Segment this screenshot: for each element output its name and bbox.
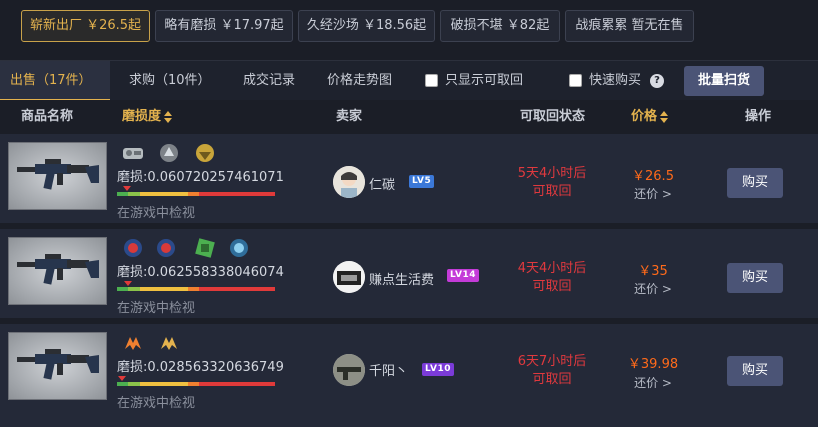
status-text: 可取回 [532,372,572,387]
tab-sell[interactable]: 出售（17件） [0,61,110,101]
wear-filter-well-worn[interactable]: 破损不堪 ￥82起 [440,10,560,42]
status-time: 5天4小时后 [517,166,587,181]
counter-offer-link[interactable]: 还价 > [614,374,692,391]
m4a1-rifle-icon [17,159,99,190]
wear-filter-minimal-wear[interactable]: 略有磨损 ￥17.97起 [155,10,293,42]
column-status: 可取回状态 [520,109,586,124]
seller-name[interactable]: 仁碳 [369,174,395,193]
column-wear[interactable]: 磨损度 [122,100,173,134]
table-header: 商品名称 磨损度 卖家 可取回状态 价格 操作 [0,100,818,134]
red-circle-sticker-icon [157,239,175,257]
column-name: 商品名称 [21,109,74,124]
price: ￥35 [638,264,668,279]
counter-offer-link[interactable]: 还价 > [614,280,692,297]
gray-badge-sticker-icon [123,148,143,159]
m4a1-rifle-icon [17,349,99,380]
bulk-buy-button[interactable]: 批量扫货 [684,66,764,96]
retrievable-status: 4天4小时后 可取回 [506,260,598,296]
inspect-in-game-link[interactable]: 在游戏中检视 [117,297,195,316]
wear-value: 磨损:0.060720257461071 [117,170,284,185]
status-text: 可取回 [532,184,572,199]
seller-name[interactable]: 赚点生活费 [369,269,434,288]
wear-filter-bar: 崭新出厂 ￥26.5起 略有磨损 ￥17.97起 久经沙场 ￥18.56起 破损… [0,0,818,58]
wear-meter [117,186,275,196]
sort-icon [660,110,669,123]
gold-emblem-sticker-icon [196,144,214,162]
tab-bar: 出售（17件） 求购（10件） 成交记录 价格走势图 只显示可取回 快速购买 ?… [0,60,818,101]
column-wear-label: 磨损度 [122,109,162,124]
tab-trade-history[interactable]: 成交记录 [243,61,295,101]
retrievable-status: 6天7小时后 可取回 [506,353,598,389]
red-circle-sticker-icon [124,239,142,257]
wings-sticker-icon [160,144,178,162]
listing-row: 磨损:0.028563320636749 在游戏中检视 千阳丶 LV10 6天7… [0,324,818,427]
wear-value: 磨损:0.028563320636749 [117,360,284,375]
level-badge: LV5 [409,175,435,188]
wear-meter [117,376,275,386]
status-text: 可取回 [532,279,572,294]
column-seller: 卖家 [336,109,363,124]
inspect-in-game-link[interactable]: 在游戏中检视 [117,202,195,221]
listing-row: 磨损:0.060720257461071 在游戏中检视 仁碳 LV5 5天4小时… [0,134,818,226]
help-icon[interactable]: ? [650,74,664,88]
wear-filter-battle-scarred[interactable]: 战痕累累 暂无在售 [565,10,694,42]
item-thumbnail[interactable] [8,237,107,305]
seller-avatar[interactable] [333,166,365,198]
wear-filter-factory-new[interactable]: 崭新出厂 ￥26.5起 [21,10,150,42]
buy-button[interactable]: 购买 [727,263,783,293]
seller-avatar[interactable] [333,261,365,293]
column-price-label: 价格 [631,109,658,124]
only-retrievable-label[interactable]: 只显示可取回 [445,61,523,101]
item-thumbnail[interactable] [8,142,107,210]
sort-icon [164,110,173,123]
column-price[interactable]: 价格 [631,100,669,134]
only-retrievable-checkbox[interactable] [425,74,438,87]
tab-buy-orders[interactable]: 求购（10件） [129,61,211,101]
buy-button[interactable]: 购买 [727,356,783,386]
status-time: 6天7小时后 [517,354,587,369]
seller-avatar[interactable] [333,354,365,386]
seller-name[interactable]: 千阳丶 [369,360,408,379]
wear-pointer [123,186,131,191]
inspect-in-game-link[interactable]: 在游戏中检视 [117,392,195,411]
m4a1-rifle-icon [17,254,99,285]
listing-row: 磨损:0.062558338046074 在游戏中检视 赚点生活费 LV14 4… [0,229,818,321]
wear-value: 磨损:0.062558338046074 [117,265,284,280]
wear-pointer [124,281,132,286]
quick-buy-label[interactable]: 快速购买 [589,61,641,101]
fnatic-sticker-icon [125,337,141,350]
price: ￥26.5 [632,169,674,184]
level-badge: LV14 [447,269,479,282]
counter-offer-link[interactable]: 还价 > [614,185,692,202]
retrievable-status: 5天4小时后 可取回 [506,165,598,201]
column-action: 操作 [745,109,772,124]
status-time: 4天4小时后 [517,261,587,276]
tab-price-trend[interactable]: 价格走势图 [327,61,392,101]
wear-pointer [118,376,126,381]
quick-buy-checkbox[interactable] [569,74,582,87]
item-thumbnail[interactable] [8,332,107,400]
wear-meter [117,281,275,291]
blue-circle-sticker-icon [230,239,248,257]
level-badge: LV10 [422,363,454,376]
price: ￥39.98 [627,357,679,372]
wear-filter-field-tested[interactable]: 久经沙场 ￥18.56起 [298,10,435,42]
fnatic-gold-sticker-icon [161,337,177,350]
buy-button[interactable]: 购买 [727,168,783,198]
green-hand-sticker-icon [195,238,215,258]
